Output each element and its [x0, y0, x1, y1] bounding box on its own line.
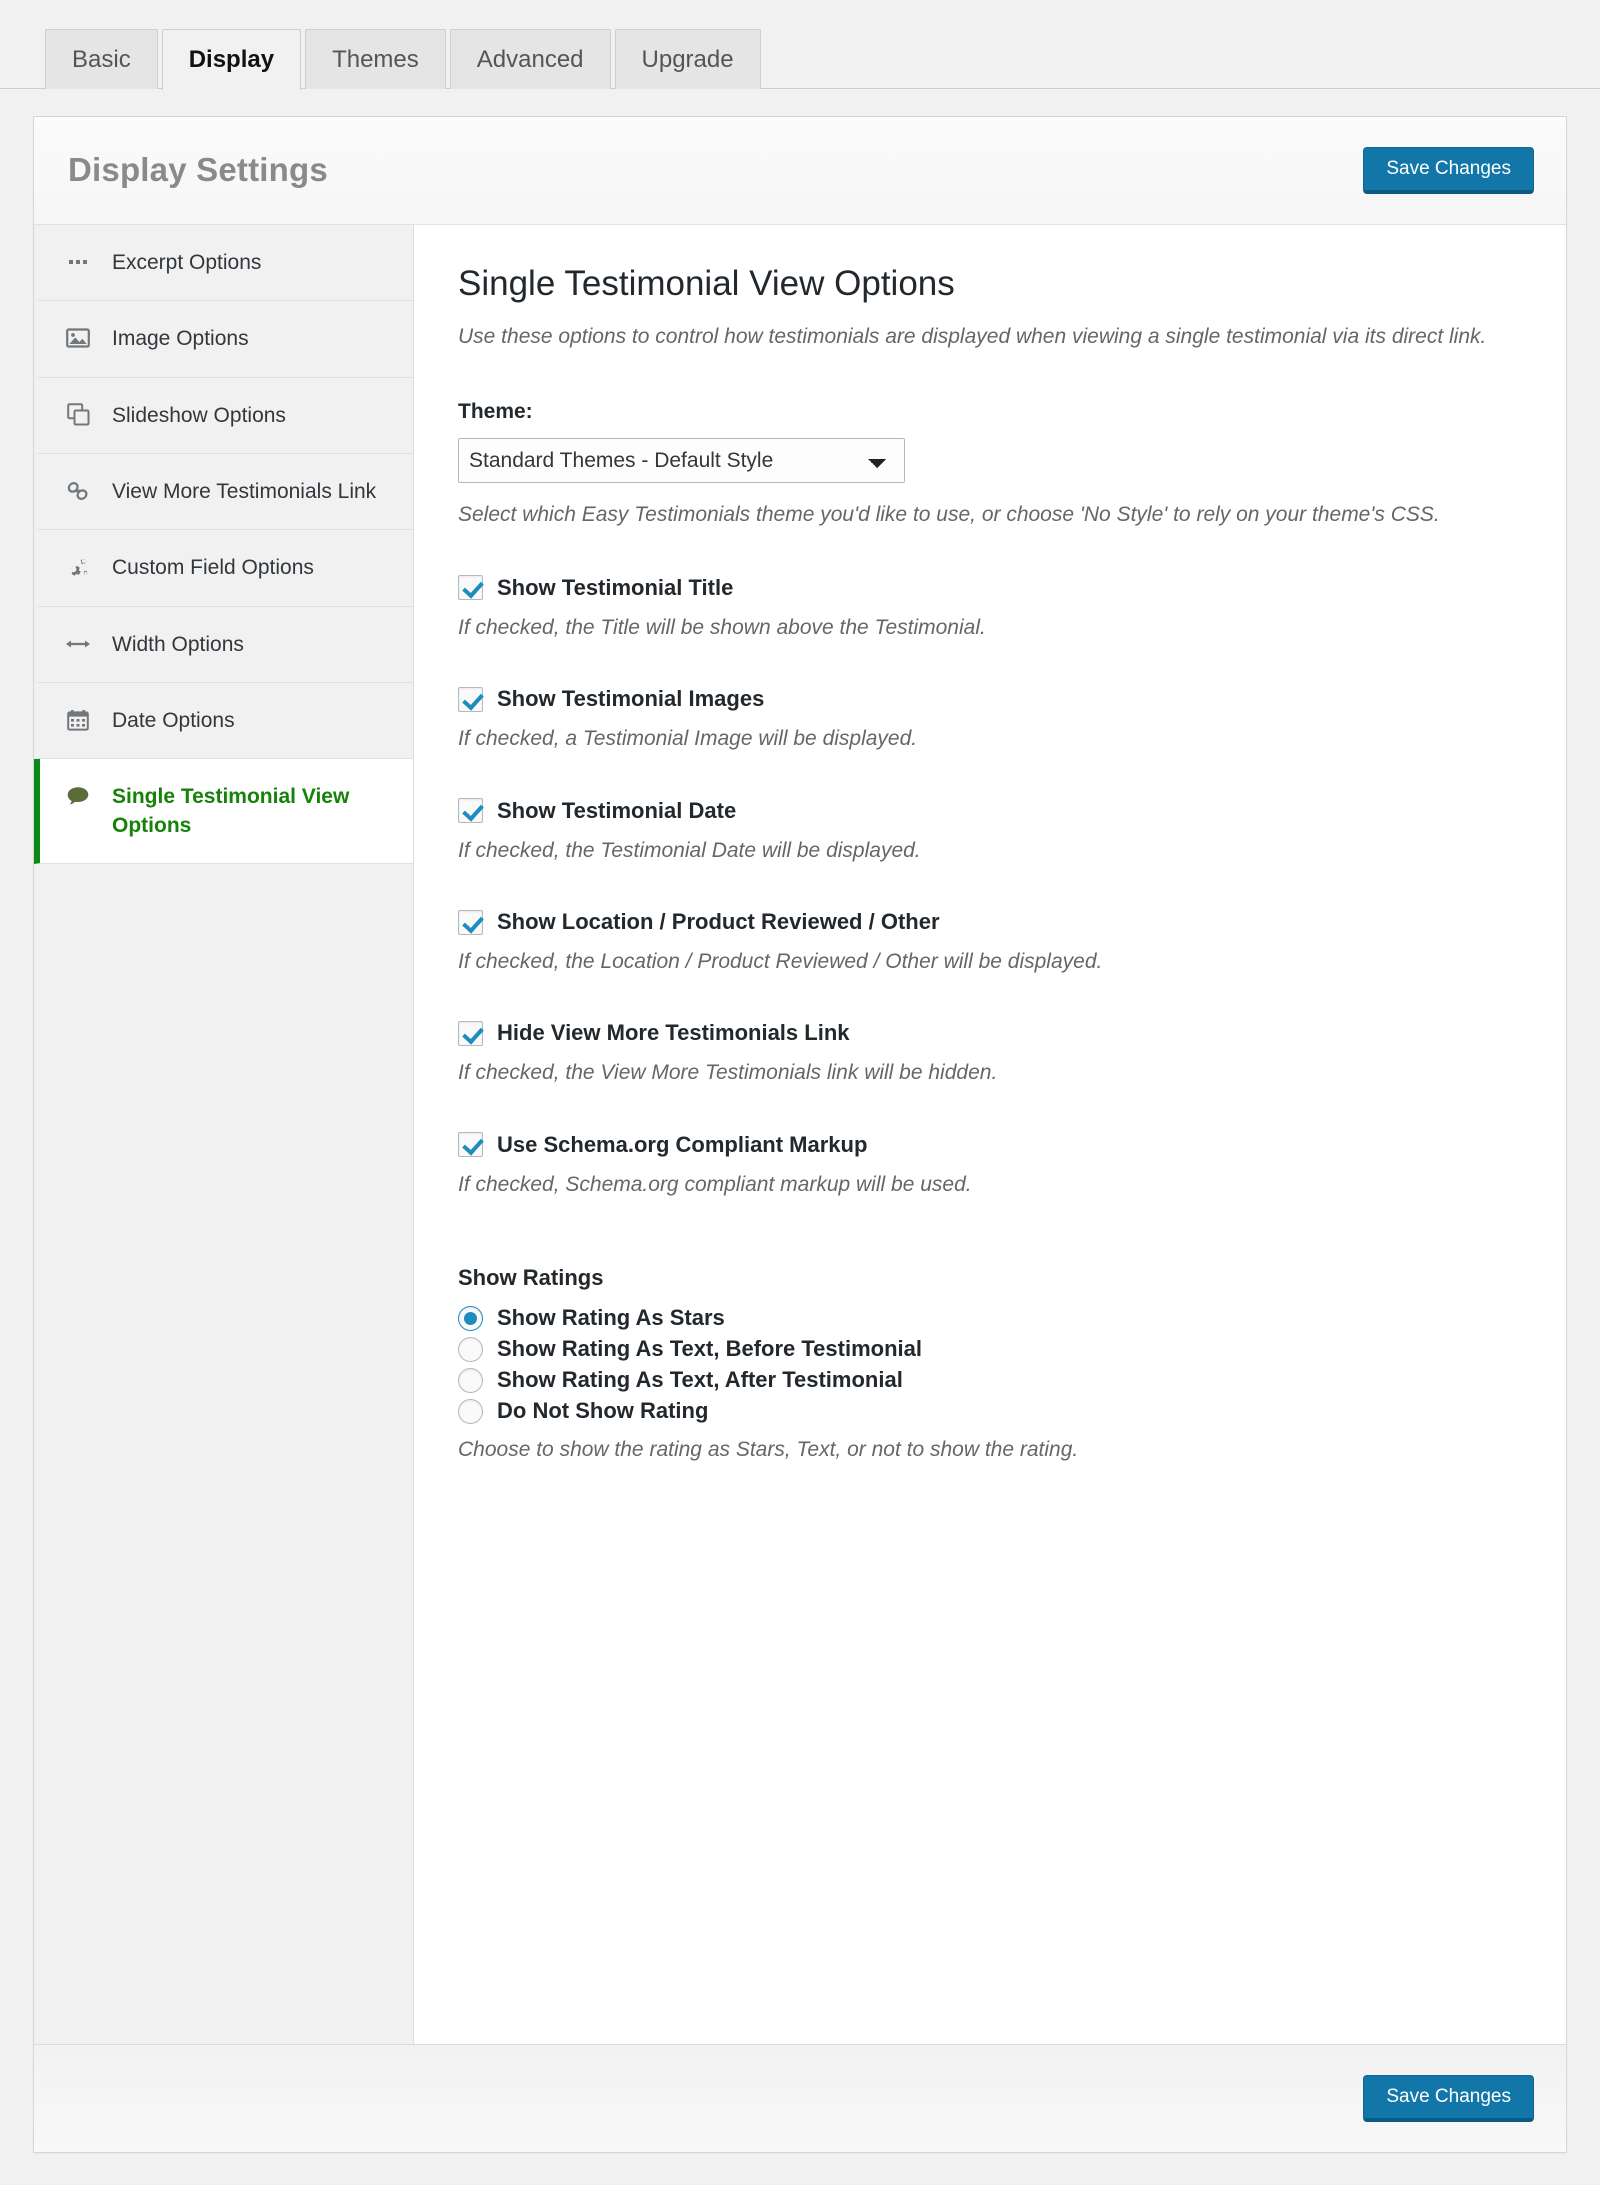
radio-row-show-rating-as-text-before-testimonial: Show Rating As Text, Before Testimonial — [458, 1336, 1522, 1362]
checkbox-label-show-testimonial-date[interactable]: Show Testimonial Date — [497, 798, 736, 824]
checkbox-label-show-location-product-reviewed-other[interactable]: Show Location / Product Reviewed / Other — [497, 909, 940, 935]
checkbox-line: Hide View More Testimonials Link — [458, 1020, 1522, 1046]
checkbox-row-use-schema-org-compliant-markup: Use Schema.org Compliant Markup If checke… — [458, 1132, 1522, 1199]
radio-row-show-rating-as-text-after-testimonial: Show Rating As Text, After Testimonial — [458, 1367, 1522, 1393]
tab-display[interactable]: Display — [161, 29, 302, 90]
theme-label: Theme: — [458, 400, 533, 424]
panel-footer: Save Changes — [34, 2043, 1566, 2152]
settings-panel: Display Settings Save Changes Excerpt Op… — [33, 116, 1567, 2153]
show-ratings-title: Show Ratings — [458, 1265, 604, 1291]
checkbox-show-location-product-reviewed-other[interactable] — [458, 909, 483, 935]
tab-list: Basic Display Themes Advanced Upgrade — [45, 28, 1600, 90]
sidebar-item-label: Single Testimonial View Options — [112, 785, 350, 837]
checkbox-show-testimonial-images[interactable] — [458, 686, 483, 712]
checkbox-label-hide-view-more-testimonials-link[interactable]: Hide View More Testimonials Link — [497, 1020, 850, 1046]
sidebar-item-label: Image Options — [112, 327, 249, 351]
settings-content: Single Testimonial View Options Use thes… — [413, 224, 1566, 2044]
checkbox-help-use-schema-org-compliant-markup: If checked, Schema.org compliant markup … — [458, 1172, 972, 1196]
checkbox-row-show-location-product-reviewed-other: Show Location / Product Reviewed / Other… — [458, 909, 1522, 976]
sidebar-item-view-more-testimonials-link[interactable]: View More Testimonials Link — [34, 453, 413, 531]
arrows-horizontal-icon — [62, 630, 94, 658]
sidebar-item-label: Date Options — [112, 708, 235, 732]
image-icon — [62, 324, 94, 352]
checkbox-label-show-testimonial-title[interactable]: Show Testimonial Title — [497, 575, 733, 601]
radio-label-show-rating-as-stars[interactable]: Show Rating As Stars — [497, 1305, 725, 1331]
checkbox-help-hide-view-more-testimonials-link: If checked, the View More Testimonials l… — [458, 1061, 998, 1085]
sidebar-filler — [34, 863, 413, 2044]
sidebar-item-slideshow-options[interactable]: Slideshow Options — [34, 377, 413, 454]
sidebar-item-single-testimonial-view-options[interactable]: Single Testimonial View Options — [34, 759, 414, 864]
radio-show-rating-as-text-after-testimonial[interactable] — [458, 1367, 483, 1393]
panel-header: Display Settings Save Changes — [34, 117, 1566, 225]
tab-themes[interactable]: Themes — [305, 29, 446, 89]
checkbox-row-show-testimonial-date: Show Testimonial Date If checked, the Tes… — [458, 798, 1522, 865]
checkbox-hide-view-more-testimonials-link[interactable] — [458, 1020, 483, 1046]
tab-upgrade[interactable]: Upgrade — [614, 29, 761, 89]
checkbox-line: Show Testimonial Date — [458, 798, 1522, 824]
tab-advanced[interactable]: Advanced — [449, 29, 611, 89]
checkbox-row-hide-view-more-testimonials-link: Hide View More Testimonials Link If check… — [458, 1020, 1522, 1087]
radio-label-do-not-show-rating[interactable]: Do Not Show Rating — [497, 1398, 708, 1424]
ellipsis-icon — [62, 248, 94, 276]
tab-basic[interactable]: Basic — [45, 29, 158, 89]
checkbox-help-show-testimonial-date: If checked, the Testimonial Date will be… — [458, 838, 921, 862]
checkbox-help-show-location-product-reviewed-other: If checked, the Location / Product Revie… — [458, 950, 1103, 974]
checkbox-row-show-testimonial-images: Show Testimonial Images If checked, a Tes… — [458, 686, 1522, 753]
radio-row-show-rating-as-stars: Show Rating As Stars — [458, 1305, 1522, 1331]
checkbox-line: Show Location / Product Reviewed / Other — [458, 909, 1522, 935]
checkbox-options-list: Show Testimonial Title If checked, the Ti… — [458, 575, 1522, 1199]
checkbox-label-use-schema-org-compliant-markup[interactable]: Use Schema.org Compliant Markup — [497, 1132, 867, 1158]
sidebar-item-excerpt-options[interactable]: Excerpt Options — [34, 224, 413, 302]
theme-select[interactable]: Standard Themes - Default Style — [458, 438, 905, 484]
checkbox-use-schema-org-compliant-markup[interactable] — [458, 1132, 483, 1158]
theme-help-text: Select which Easy Testimonials theme you… — [458, 503, 1440, 527]
sidebar-item-label: Width Options — [112, 632, 244, 656]
sidebar-item-label: Slideshow Options — [112, 403, 286, 427]
sidebar-item-image-options[interactable]: Image Options — [34, 301, 413, 378]
checkbox-help-show-testimonial-images: If checked, a Testimonial Image will be … — [458, 727, 918, 751]
save-changes-button-top[interactable]: Save Changes — [1363, 147, 1534, 194]
checkbox-show-testimonial-date[interactable] — [458, 798, 483, 824]
checkbox-line: Show Testimonial Images — [458, 686, 1522, 712]
link-icon — [62, 477, 94, 505]
settings-sidebar: Excerpt Options Image Options Slideshow Op… — [34, 224, 414, 2044]
checkbox-help-show-testimonial-title: If checked, the Title will be shown abov… — [458, 615, 986, 639]
sidebar-item-label: View More Testimonials Link — [112, 479, 377, 503]
radio-show-rating-as-stars[interactable] — [458, 1305, 483, 1331]
checkbox-show-testimonial-title[interactable] — [458, 575, 483, 601]
copy-icon — [62, 401, 94, 429]
radio-show-rating-as-text-before-testimonial[interactable] — [458, 1336, 483, 1362]
section-title: Single Testimonial View Options — [458, 263, 955, 303]
checkbox-line: Use Schema.org Compliant Markup — [458, 1132, 1522, 1158]
checkbox-line: Show Testimonial Title — [458, 575, 1522, 601]
radio-do-not-show-rating[interactable] — [458, 1398, 483, 1424]
calendar-icon — [62, 706, 94, 734]
sidebar-item-width-options[interactable]: Width Options — [34, 606, 413, 683]
section-description: Use these options to control how testimo… — [458, 324, 1487, 348]
sidebar-item-label: Excerpt Options — [112, 250, 262, 274]
page-title: Display Settings — [68, 151, 328, 189]
show-ratings-group: Show Ratings Show Rating As Stars Show Ra… — [458, 1265, 1522, 1462]
theme-field-group: Theme: Standard Themes - Default Style S… — [458, 400, 1522, 531]
checkbox-label-show-testimonial-images[interactable]: Show Testimonial Images — [497, 686, 764, 712]
sidebar-item-date-options[interactable]: Date Options — [34, 682, 413, 760]
panel-body: Excerpt Options Image Options Slideshow Op… — [34, 224, 1566, 2044]
radio-row-do-not-show-rating: Do Not Show Rating — [458, 1398, 1522, 1424]
comment-icon — [62, 782, 94, 810]
radio-label-show-rating-as-text-after-testimonial[interactable]: Show Rating As Text, After Testimonial — [497, 1367, 903, 1393]
sidebar-item-custom-field-options[interactable]: Custom Field Options — [34, 530, 413, 607]
sidebar-item-label: Custom Field Options — [112, 556, 314, 580]
radio-label-show-rating-as-text-before-testimonial[interactable]: Show Rating As Text, Before Testimonial — [497, 1336, 922, 1362]
show-ratings-help-text: Choose to show the rating as Stars, Text… — [458, 1438, 1079, 1462]
checkbox-row-show-testimonial-title: Show Testimonial Title If checked, the Ti… — [458, 575, 1522, 642]
settings-tabs-bar: Basic Display Themes Advanced Upgrade — [0, 0, 1600, 90]
gears-icon — [62, 553, 94, 581]
save-changes-button-bottom[interactable]: Save Changes — [1363, 2074, 1534, 2122]
